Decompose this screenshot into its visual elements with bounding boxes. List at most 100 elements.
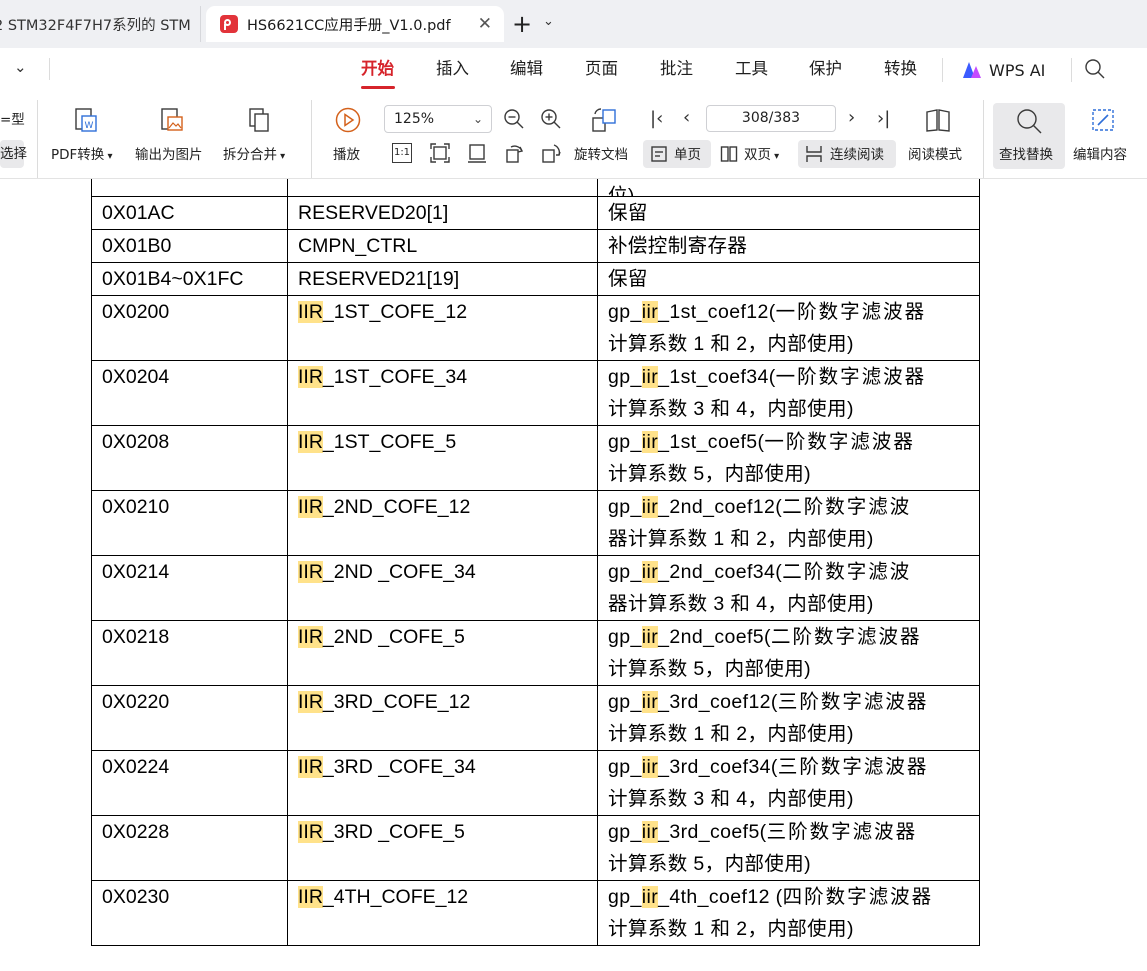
menu-item-tools[interactable]: 工具 — [735, 58, 768, 82]
pdf-convert-icon[interactable]: W — [72, 106, 100, 134]
menu-item-edit[interactable]: 编辑 — [510, 58, 543, 82]
description-text: 四阶数字滤波器 — [782, 886, 934, 908]
divider — [37, 100, 38, 178]
menu-item-insert[interactable]: 插入 — [436, 58, 469, 82]
edit-content-icon[interactable] — [1089, 106, 1117, 134]
chevron-down-icon: ▾ — [277, 151, 286, 162]
search-highlight: iir — [641, 821, 659, 843]
description-text: 三阶数字滤波器 — [766, 821, 918, 843]
register-name: _1ST_COFE_5 — [322, 431, 457, 453]
fit-page-icon[interactable] — [429, 142, 451, 164]
description-text: 二阶数字滤波 — [782, 496, 912, 518]
rotate-document-button[interactable]: 旋转文档 — [574, 146, 628, 164]
register-name: _2ND_COFE_12 — [322, 496, 471, 518]
table-cell-name: RESERVED20[1] — [287, 196, 598, 230]
menu-item-protect[interactable]: 保护 — [809, 58, 842, 82]
fit-width-icon[interactable] — [466, 142, 488, 164]
split-merge-icon[interactable] — [245, 106, 273, 134]
chevron-down-icon: ▾ — [771, 151, 780, 162]
play-icon[interactable] — [334, 106, 362, 134]
export-image-icon[interactable] — [158, 106, 186, 134]
pdf-convert-button[interactable]: PDF转换 ▾ — [51, 146, 113, 166]
register-name: _3RD _COFE_5 — [322, 821, 465, 843]
search-highlight: iir — [641, 561, 659, 583]
register-name: _3RD_COFE_12 — [322, 691, 471, 713]
description-line: 计算系数 1 和 2，内部使用) — [608, 723, 854, 745]
search-highlight: iir — [641, 626, 659, 648]
register-name: RESERVED20[1] — [298, 202, 449, 224]
menu-item-annotate[interactable]: 批注 — [660, 58, 693, 82]
chevron-down-icon[interactable]: ⌄ — [14, 58, 27, 76]
register-name: _1ST_COFE_12 — [322, 301, 468, 323]
first-page-icon[interactable]: |‹ — [650, 109, 663, 129]
document-view[interactable]: 位) 0X01AC RESERVED20[1] 保留 0X01B0 CMPN_CTRL 补… — [0, 179, 1147, 971]
description-text: _2nd_coef5( — [658, 626, 771, 648]
divider — [942, 58, 943, 82]
rotate-document-icon[interactable] — [590, 106, 618, 134]
table-row: 0X0208 IIR_1ST_COFE_5 gp_iir_1st_coef5(一阶数… — [91, 425, 980, 491]
description-line: 计算系数 5，内部使用) — [608, 658, 812, 680]
search-icon[interactable] — [1084, 58, 1106, 80]
read-mode-button[interactable]: 阅读模式 — [908, 146, 962, 164]
play-button[interactable]: 播放 — [333, 146, 360, 164]
page-number-input[interactable]: 308/383 — [706, 105, 836, 132]
description-line: 保留 — [608, 197, 969, 229]
last-page-icon[interactable]: ›| — [877, 109, 890, 129]
menu-item-start[interactable]: 开始 — [361, 58, 394, 82]
table-cell-description: 位) — [597, 179, 980, 197]
split-merge-button[interactable]: 拆分合并 ▾ — [223, 146, 285, 166]
rotate-right-icon[interactable] — [540, 142, 562, 164]
double-page-button[interactable]: 双页 ▾ — [744, 146, 779, 166]
description-line: 计算系数 3 和 4，内部使用) — [608, 398, 854, 420]
table-cell-name: RESERVED21[19] — [287, 262, 598, 296]
description-text: _3rd_coef12( — [658, 691, 778, 713]
menu-item-page[interactable]: 页面 — [585, 58, 618, 82]
chevron-down-icon[interactable]: ⌄ — [543, 14, 554, 29]
tab-label: 2 STM32F4F7H7系列的 STM — [0, 17, 191, 34]
search-highlight: IIR — [298, 561, 323, 583]
description-text: gp_ — [608, 366, 642, 388]
table-cell-name: IIR_1ST_COFE_5 — [287, 425, 598, 491]
register-name: _3RD _COFE_34 — [322, 756, 476, 778]
description-text: _3rd_coef34( — [658, 756, 778, 778]
description-line: 计算系数 5，内部使用) — [608, 463, 812, 485]
table-cell-address: 0X0228 — [91, 815, 288, 881]
double-page-label: 双页 — [744, 147, 771, 163]
tab-stm32[interactable]: 2 STM32F4F7H7系列的 STM — [0, 6, 201, 42]
tab-hs6621cc-pdf[interactable]: HS6621CC应用手册_V1.0.pdf ✕ — [206, 6, 504, 42]
description-text: gp_ — [608, 626, 642, 648]
wps-ai-button[interactable]: WPS AI — [963, 58, 1045, 82]
prev-page-icon[interactable]: ‹ — [683, 108, 690, 128]
tab-bar: 2 STM32F4F7H7系列的 STM HS6621CC应用手册_V1.0.p… — [0, 0, 1147, 48]
zoom-select[interactable]: 125% ⌄ — [384, 105, 492, 133]
close-icon[interactable]: ✕ — [478, 14, 492, 34]
table-cell-description: gp_iir_1st_coef5(一阶数字滤波器计算系数 5，内部使用) — [597, 425, 980, 491]
register-name: _1ST_COFE_34 — [322, 366, 468, 388]
register-name: _4TH_COFE_12 — [322, 886, 469, 908]
table-row: 位) — [91, 179, 980, 197]
description-line: 计算系数 3 和 4，内部使用) — [608, 788, 854, 810]
description-line: gp_iir_2nd_coef5(二阶数字滤波器 — [608, 621, 969, 653]
continuous-read-icon — [806, 146, 822, 162]
table-cell-description: gp_iir_3rd_coef5(三阶数字滤波器 计算系数 5，内部使用) — [597, 815, 980, 881]
read-mode-book-icon[interactable] — [924, 106, 952, 134]
zoom-out-icon[interactable] — [503, 108, 525, 130]
rotate-left-icon[interactable] — [503, 142, 525, 164]
export-image-button[interactable]: 输出为图片 — [135, 146, 203, 164]
search-highlight: IIR — [298, 886, 323, 908]
menu-item-convert[interactable]: 转换 — [884, 58, 917, 82]
double-page-icon[interactable] — [720, 145, 738, 163]
description-text: 一阶数字滤波器 — [764, 431, 915, 453]
active-menu-underline — [361, 86, 395, 89]
description-line: gp_iir_1st_coef5(一阶数字滤波器 — [608, 426, 969, 458]
table-cell-description: 保留 — [597, 262, 980, 296]
actual-size-icon[interactable]: 1:1 — [392, 143, 412, 163]
table-cell-address: 0X01B4~0X1FC — [91, 262, 288, 296]
search-highlight: IIR — [298, 821, 323, 843]
new-tab-plus-icon[interactable]: + — [512, 10, 532, 38]
zoom-in-icon[interactable] — [540, 108, 562, 130]
edit-content-button[interactable]: 编辑内容 — [1073, 146, 1127, 164]
tab-label: HS6621CC应用手册_V1.0.pdf — [247, 17, 451, 34]
svg-text:W: W — [85, 121, 94, 131]
next-page-icon[interactable]: › — [848, 108, 855, 128]
